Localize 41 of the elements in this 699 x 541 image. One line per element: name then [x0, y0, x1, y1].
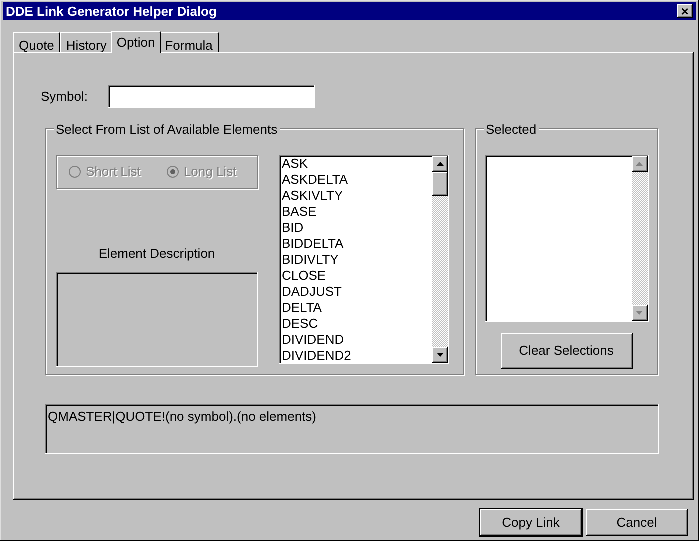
close-button[interactable]: × — [677, 4, 693, 18]
scroll-down-button[interactable] — [632, 305, 648, 321]
tab[interactable]: Quote — [13, 32, 60, 52]
elements-list[interactable]: ASK ASKDELTA ASKIVLTY BASE BID BIDDELTA BIDIVLTY CLOSE DADJUST DELTA DESC DIVIDEND DIVIDEND2 — [279, 155, 449, 364]
scrollbar[interactable] — [432, 156, 448, 363]
scroll-up-button[interactable] — [432, 156, 448, 172]
list-item[interactable]: ASKIVLTY — [282, 188, 432, 204]
tab[interactable]: Formula — [159, 32, 219, 52]
symbol-label: Symbol: — [41, 88, 88, 106]
list-item[interactable]: ASK — [282, 156, 432, 172]
list-item[interactable]: DESC — [282, 316, 432, 332]
description-label: Element Description — [98, 245, 216, 263]
list-item[interactable]: ASKDELTA — [282, 172, 432, 188]
scroll-up-button[interactable] — [632, 156, 648, 172]
list-item[interactable]: CLOSE — [282, 268, 432, 284]
list-item[interactable]: DIVIDEND — [282, 332, 432, 348]
dialog-button[interactable]: Cancel — [586, 509, 688, 536]
list-item[interactable]: DIVIDEND2 — [282, 348, 432, 364]
list-item[interactable]: BIDIVLTY — [282, 252, 432, 268]
down-arrow-icon — [636, 311, 643, 315]
selected-list[interactable] — [484, 155, 648, 322]
window-title: DDE Link Generator Helper Dialog — [6, 4, 217, 18]
link-text: QMASTER|QUOTE!(no symbol).(no elements) — [48, 409, 316, 424]
list-item[interactable]: BIDDELTA — [282, 236, 432, 252]
scroll-down-button[interactable] — [432, 347, 448, 363]
tab[interactable]: Option — [110, 31, 162, 53]
list-item[interactable]: BASE — [282, 204, 432, 220]
radio-label: Long List — [184, 163, 237, 182]
up-arrow-icon — [436, 162, 444, 166]
radio-label: Short List — [86, 163, 141, 182]
clear-selections-button[interactable]: Clear Selections — [500, 333, 632, 369]
up-arrow-icon — [636, 162, 643, 166]
tab[interactable]: History — [60, 32, 113, 52]
dialog-button[interactable]: Copy Link — [480, 509, 582, 536]
list-item[interactable]: DELTA — [282, 300, 432, 316]
list-item[interactable]: DADJUST — [282, 284, 432, 300]
down-arrow-icon — [436, 353, 444, 357]
scrollbar[interactable] — [632, 156, 648, 321]
list-item[interactable]: BID — [282, 220, 432, 236]
scroll-thumb[interactable] — [432, 172, 448, 196]
symbol-field[interactable] — [108, 85, 315, 108]
